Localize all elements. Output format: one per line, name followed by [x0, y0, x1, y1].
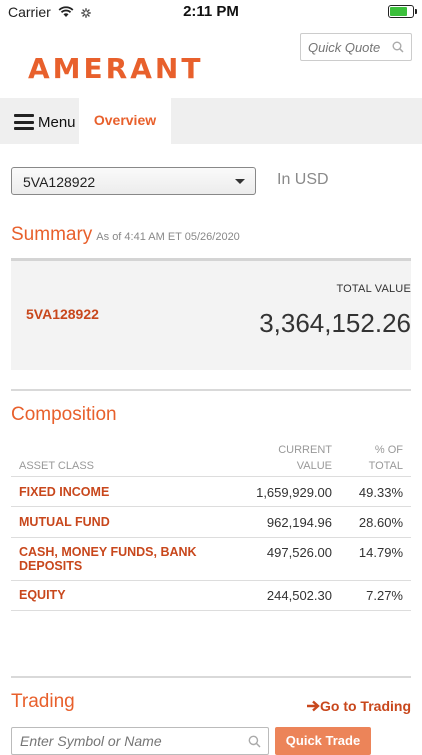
account-dropdown-value: 5VA128922: [23, 174, 96, 190]
asset-class-link[interactable]: EQUITY: [19, 588, 219, 602]
account-dropdown[interactable]: 5VA128922: [11, 167, 256, 195]
symbol-search-field[interactable]: [11, 727, 269, 755]
table-row: FIXED INCOME 1,659,929.00 49.33%: [11, 477, 411, 507]
menu-button[interactable]: Menu: [14, 112, 76, 132]
symbol-input[interactable]: [12, 728, 240, 754]
composition-table: FIXED INCOME 1,659,929.00 49.33% MUTUAL …: [11, 476, 411, 611]
hamburger-icon[interactable]: [14, 114, 34, 130]
trading-title: Trading: [11, 691, 75, 712]
table-row: EQUITY 244,502.30 7.27%: [11, 581, 411, 611]
go-to-trading-link[interactable]: Go to Trading: [307, 698, 411, 714]
header-pct-line2: TOTAL: [368, 460, 403, 472]
asset-pct: 28.60%: [358, 515, 403, 530]
asset-pct: 49.33%: [358, 485, 403, 500]
header-current-value-line2: VALUE: [296, 460, 332, 472]
summary-heading: Summary As of 4:41 AM ET 05/26/2020: [11, 224, 240, 246]
asset-class-link[interactable]: CASH, MONEY FUNDS, BANK DEPOSITS: [19, 545, 219, 573]
asset-value: 1,659,929.00: [256, 485, 332, 500]
status-bar: Carrier 2:11 PM: [0, 0, 422, 24]
asset-pct: 7.27%: [366, 588, 403, 603]
asset-class-link[interactable]: FIXED INCOME: [19, 485, 219, 499]
currency-label: In USD: [277, 171, 329, 188]
go-to-trading-label[interactable]: Go to Trading: [320, 698, 411, 714]
search-icon[interactable]: [392, 41, 404, 53]
menu-label[interactable]: Menu: [38, 114, 76, 131]
nav-bar: Menu Overview: [0, 98, 422, 144]
summary-account-link[interactable]: 5VA128922: [26, 306, 99, 322]
composition-table-header: ASSET CLASS CURRENT VALUE % OF TOTAL: [11, 440, 411, 476]
summary-as-of: As of 4:41 AM ET 05/26/2020: [96, 231, 240, 243]
asset-value: 244,502.30: [266, 588, 332, 603]
amerant-logo: AMERANT: [28, 52, 204, 85]
status-time: 2:11 PM: [183, 3, 239, 20]
quick-trade-button[interactable]: Quick Trade: [275, 727, 371, 755]
composition-title: Composition: [11, 404, 117, 425]
header-current-value-line1: CURRENT: [278, 444, 332, 456]
table-row: CASH, MONEY FUNDS, BANK DEPOSITS 497,526…: [11, 538, 411, 581]
summary-card: 5VA128922 TOTAL VALUE 3,364,152.26: [11, 258, 411, 370]
battery-icon: [388, 5, 417, 18]
asset-value: 497,526.00: [266, 545, 332, 560]
quick-quote-input[interactable]: [301, 34, 392, 60]
header-asset-class: ASSET CLASS: [19, 460, 94, 472]
asset-value: 962,194.96: [266, 515, 332, 530]
total-value-label: TOTAL VALUE: [336, 283, 411, 295]
chevron-down-icon: [235, 179, 245, 184]
total-value: 3,364,152.26: [259, 308, 411, 338]
quick-quote-field[interactable]: [300, 33, 412, 61]
table-row: MUTUAL FUND 962,194.96 28.60%: [11, 507, 411, 538]
asset-pct: 14.79%: [358, 545, 403, 560]
section-divider: [11, 389, 411, 391]
header-pct-line1: % OF: [374, 444, 403, 456]
arrow-right-icon: [307, 700, 320, 712]
asset-class-link[interactable]: MUTUAL FUND: [19, 515, 219, 529]
section-divider: [11, 676, 411, 678]
tab-overview[interactable]: Overview: [79, 98, 171, 144]
summary-title: Summary: [11, 224, 93, 245]
search-icon[interactable]: [248, 735, 261, 748]
